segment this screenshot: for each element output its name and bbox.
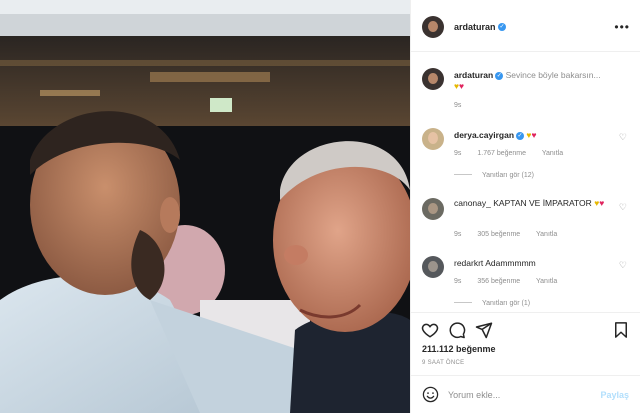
heart-icon[interactable] <box>421 321 439 339</box>
comment-line: derya.cayirgan ✓ ♥♥ <box>454 130 614 141</box>
caption: ardaturan ✓ Sevince böyle bakarsın... ♥♥ … <box>411 64 640 112</box>
verified-icon: ✓ <box>495 72 504 80</box>
caption-text: Sevince böyle bakarsın... <box>505 70 601 80</box>
comment-text: Adammmmm <box>485 258 536 268</box>
comment-like-heart-icon[interactable]: ♡ <box>619 132 627 143</box>
header-username[interactable]: ardaturan <box>454 22 496 32</box>
red-heart-icon: ♥ <box>531 130 537 140</box>
comment-username[interactable]: redarkrt <box>454 258 483 268</box>
comment-time: 9s <box>454 278 462 285</box>
comment-likes[interactable]: 1.767 beğenme <box>477 150 526 157</box>
caption-meta: 9s <box>454 102 475 109</box>
post-side-panel: ardaturan ✓ ••• ardaturan ✓ Sevince böyle… <box>410 0 640 413</box>
post-actions: 211.112 beğenme 9 SAAT ÖNCE <box>411 312 640 372</box>
comment-meta: 9s 1.767 beğenme Yanıtla <box>454 150 577 157</box>
comment-likes[interactable]: 305 beğenme <box>477 231 520 238</box>
red-heart-icon: ♥ <box>459 81 465 91</box>
comment-username[interactable]: canonay_ <box>454 198 491 208</box>
comment-item: canonay_ KAPTAN VE İMPARATOR ♥♥ ♡ 9s 305… <box>411 194 640 244</box>
comment-time: 9s <box>454 150 462 157</box>
bookmark-icon[interactable] <box>612 321 630 339</box>
add-comment-bar: Paylaş <box>411 375 640 413</box>
comment-meta: 9s 305 beğenme Yanıtla <box>454 231 571 238</box>
comment-time: 9s <box>454 231 462 238</box>
comment-username[interactable]: derya.cayirgan <box>454 130 514 140</box>
avatar[interactable] <box>422 16 444 38</box>
reply-button[interactable]: Yanıtla <box>536 231 557 238</box>
likes-count[interactable]: 211.112 beğenme <box>422 344 496 354</box>
more-horizontal-icon[interactable]: ••• <box>614 20 630 34</box>
comment-text: KAPTAN VE İMPARATOR <box>493 198 592 208</box>
comment-like-heart-icon[interactable]: ♡ <box>619 260 627 271</box>
post-photo[interactable] <box>0 0 410 413</box>
comment-line: canonay_ KAPTAN VE İMPARATOR ♥♥ <box>454 198 614 209</box>
avatar[interactable] <box>422 198 444 220</box>
post-header: ardaturan ✓ ••• <box>411 0 640 52</box>
caption-line: ardaturan ✓ Sevince böyle bakarsın... ♥♥ <box>454 70 614 92</box>
reply-button[interactable]: Yanıtla <box>542 150 563 157</box>
smile-icon[interactable] <box>422 386 439 403</box>
post-image <box>0 0 410 413</box>
comment-item: derya.cayirgan ✓ ♥♥ ♡ 9s 1.767 beğenme Ya… <box>411 124 640 184</box>
avatar[interactable] <box>422 256 444 278</box>
share-icon[interactable] <box>475 321 493 339</box>
reply-button[interactable]: Yanıtla <box>536 278 557 285</box>
comment-item: redarkrt Adammmmm ♡ 9s 356 beğenme Yanıt… <box>411 254 640 312</box>
comment-icon[interactable] <box>448 321 466 339</box>
avatar[interactable] <box>422 68 444 90</box>
avatar[interactable] <box>422 128 444 150</box>
comment-line: redarkrt Adammmmm <box>454 258 614 269</box>
comment-input[interactable] <box>448 386 588 404</box>
verified-icon: ✓ <box>498 23 506 31</box>
caption-time: 9s <box>454 102 462 109</box>
comment-like-heart-icon[interactable]: ♡ <box>619 202 627 213</box>
comment-meta: 9s 356 beğenme Yanıtla <box>454 278 571 285</box>
post-time: 9 SAAT ÖNCE <box>422 360 465 366</box>
caption-username[interactable]: ardaturan <box>454 70 493 80</box>
comment-likes[interactable]: 356 beğenme <box>477 278 520 285</box>
view-replies-button[interactable]: Yanıtları gör (1) <box>454 300 530 307</box>
red-heart-icon: ♥ <box>599 198 605 208</box>
post-comment-button[interactable]: Paylaş <box>600 390 629 400</box>
verified-icon: ✓ <box>516 132 525 140</box>
view-replies-button[interactable]: Yanıtları gör (12) <box>454 172 534 179</box>
